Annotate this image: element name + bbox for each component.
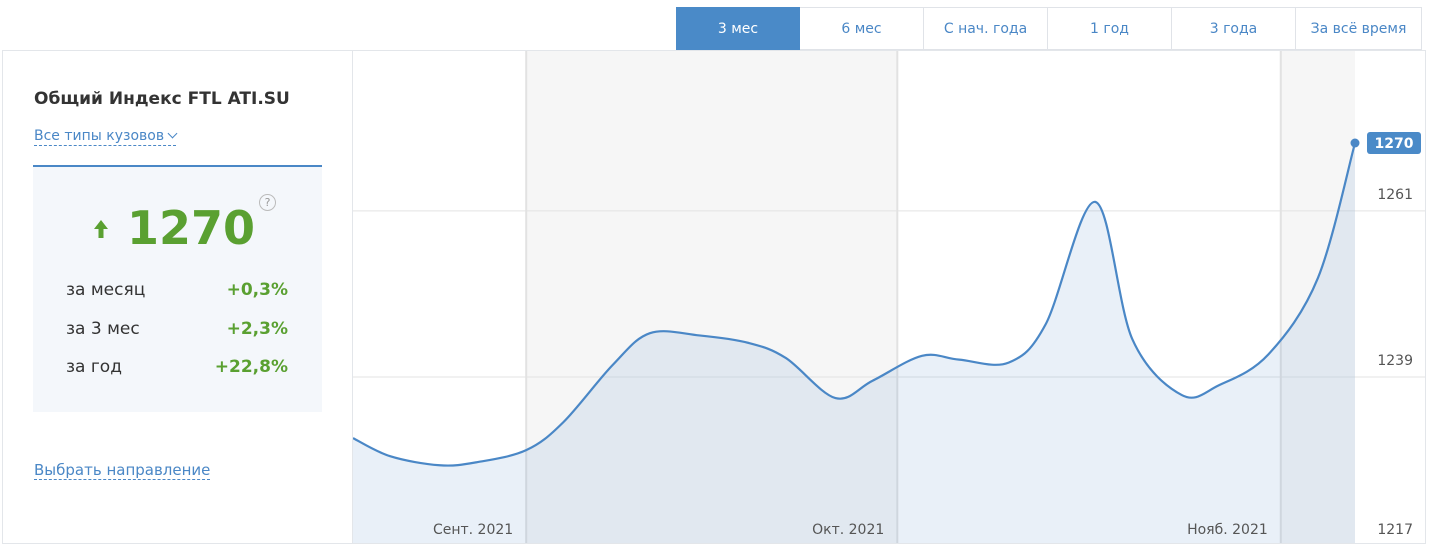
body-type-label: Все типы кузовов (34, 128, 165, 144)
stat-label: за 3 мес (66, 319, 140, 339)
chevron-down-icon (167, 128, 178, 139)
stat-row-month: за месяц +0,3% (66, 280, 288, 304)
help-icon[interactable]: ? (259, 194, 276, 211)
stat-label: за год (66, 357, 122, 377)
index-title: Общий Индекс FTL ATI.SU (34, 89, 290, 109)
index-value: 1270 (127, 201, 256, 255)
tab-period[interactable]: 6 мес (800, 7, 924, 50)
body-type-dropdown[interactable]: Все типы кузовов (34, 128, 178, 146)
tab-period[interactable]: С нач. года (924, 7, 1048, 50)
y-tick-label: 1261 (1377, 187, 1413, 203)
select-route-link[interactable]: Выбрать направление (34, 461, 211, 480)
period-tabs: 3 мес 6 мес С нач. года 1 год 3 года За всё в… (676, 7, 1422, 52)
arrow-up-icon (94, 220, 108, 238)
tab-period[interactable]: 3 года (1172, 7, 1296, 50)
tab-period[interactable]: 1 год (1048, 7, 1172, 50)
tab-period[interactable]: 3 мес (676, 7, 800, 50)
last-point (1350, 138, 1360, 148)
x-tick-label: Нояб. 2021 (1187, 522, 1268, 538)
y-tick-label: 1217 (1377, 522, 1413, 538)
stat-row-year: за год +22,8% (66, 357, 288, 381)
x-tick-label: Окт. 2021 (812, 522, 884, 538)
stat-value: +2,3% (226, 319, 288, 339)
left-panel: Общий Индекс FTL ATI.SU Все типы кузовов… (3, 51, 353, 543)
index-card: ? 1270 за месяц +0,3% за 3 мес +2,3% за … (33, 165, 322, 412)
tab-period[interactable]: За всё время (1296, 7, 1422, 50)
last-value-label: 1270 (1375, 136, 1414, 152)
x-tick-label: Сент. 2021 (433, 522, 513, 538)
index-chart: Сент. 2021 Окт. 2021 Нояб. 2021 1217 1239 126… (353, 51, 1425, 543)
stat-label: за месяц (66, 280, 146, 300)
stat-value: +22,8% (214, 357, 288, 377)
y-tick-label: 1239 (1377, 353, 1413, 369)
stat-row-3months: за 3 мес +2,3% (66, 319, 288, 343)
stat-value: +0,3% (226, 280, 288, 300)
